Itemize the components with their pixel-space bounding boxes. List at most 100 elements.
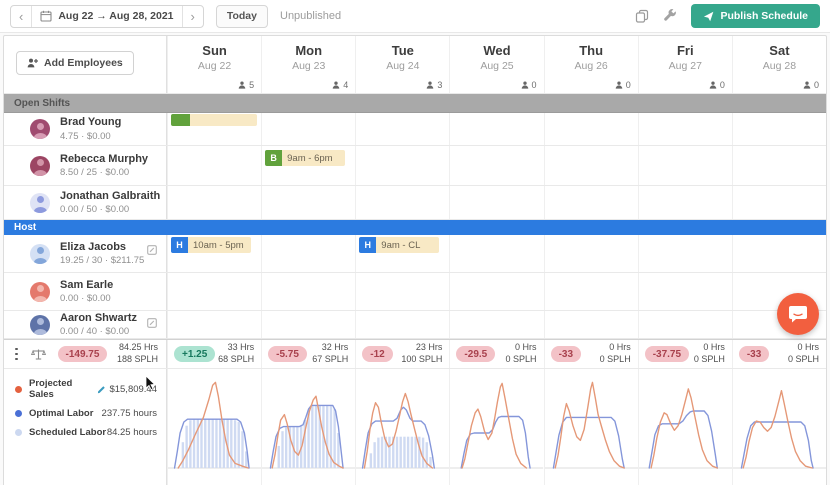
schedule-cell[interactable]: [637, 273, 732, 310]
day-date: Aug 24: [386, 60, 420, 72]
shift-chip[interactable]: [171, 114, 258, 126]
schedule-cell[interactable]: [731, 113, 826, 145]
schedule-cell[interactable]: [449, 113, 543, 145]
schedule-cell[interactable]: [637, 113, 732, 145]
schedule-cell[interactable]: [261, 235, 355, 272]
employee-name: Rebecca Murphy: [60, 152, 149, 165]
optimal-labor-dot: [15, 410, 22, 417]
schedule-cell[interactable]: [449, 311, 543, 338]
host-section-header[interactable]: Host: [4, 220, 826, 235]
labor-chart-fri: [637, 369, 732, 485]
day-name: Fri: [676, 43, 694, 58]
schedule-cell[interactable]: [167, 113, 261, 145]
employee-row[interactable]: Sam Earle 0.00 · $0.00: [4, 273, 826, 311]
schedule-cell[interactable]: [637, 146, 732, 185]
day-header-wed[interactable]: Wed Aug 25 0: [449, 36, 543, 93]
copy-schedule-button[interactable]: [635, 9, 649, 23]
schedule-cell[interactable]: [637, 235, 732, 272]
employee-hours: 19.25 / 30 · $211.75: [60, 255, 145, 267]
schedule-cell[interactable]: [449, 273, 543, 310]
schedule-cell[interactable]: [167, 186, 261, 219]
shift-chip[interactable]: H 10am - 5pm: [171, 237, 251, 253]
today-button[interactable]: Today: [215, 4, 268, 28]
person-icon: [521, 81, 528, 89]
day-header-mon[interactable]: Mon Aug 23 4: [261, 36, 355, 93]
schedule-cell[interactable]: [543, 235, 638, 272]
labor-balance-icon[interactable]: [30, 348, 46, 361]
projected-sales-value[interactable]: $15,809.44: [97, 384, 157, 395]
schedule-cell[interactable]: [449, 235, 543, 272]
chat-bubble-button[interactable]: [777, 293, 819, 335]
chevron-left-icon: ‹: [19, 8, 24, 24]
shift-role-badge: H: [359, 237, 377, 253]
schedule-cell[interactable]: H 10am - 5pm: [167, 235, 261, 272]
day-variance-badge: -33: [738, 346, 770, 362]
publish-schedule-button[interactable]: Publish Schedule: [691, 4, 820, 28]
toolbar: ‹ Aug 22 → Aug 28, 2021 › Today Unpublis…: [0, 0, 830, 33]
schedule-cell[interactable]: [731, 235, 826, 272]
schedule-cell[interactable]: [355, 186, 449, 219]
schedule-cell[interactable]: [543, 113, 638, 145]
schedule-cell[interactable]: [637, 311, 732, 338]
schedule-cell[interactable]: [449, 146, 543, 185]
employee-row[interactable]: Eliza Jacobs 19.25 / 30 · $211.75 H 10am…: [4, 235, 826, 273]
schedule-cell[interactable]: [261, 273, 355, 310]
day-header-fri[interactable]: Fri Aug 27 0: [637, 36, 732, 93]
employee-row[interactable]: Brad Young 4.75 · $0.00: [4, 113, 826, 146]
day-name: Sun: [202, 43, 227, 58]
add-employees-button[interactable]: Add Employees: [16, 51, 134, 75]
schedule-cell[interactable]: [167, 311, 261, 338]
day-hours: 0 Hrs: [797, 342, 819, 353]
schedule-cell[interactable]: [543, 273, 638, 310]
day-header-sun[interactable]: Sun Aug 22 5: [167, 36, 261, 93]
schedule-cell[interactable]: [261, 186, 355, 219]
note-icon[interactable]: [147, 315, 157, 333]
schedule-cell[interactable]: [167, 273, 261, 310]
calendar-icon: [40, 10, 52, 22]
person-icon: [332, 81, 340, 89]
scheduled-count: 4: [343, 80, 349, 90]
shift-chip[interactable]: B 9am - 6pm: [265, 150, 346, 166]
next-week-button[interactable]: ›: [181, 5, 203, 27]
schedule-cell[interactable]: [731, 186, 826, 219]
prev-week-button[interactable]: ‹: [11, 6, 31, 27]
day-header-sat[interactable]: Sat Aug 28 0: [731, 36, 826, 93]
schedule-cell[interactable]: [637, 186, 732, 219]
labor-chart-tue: [355, 369, 450, 485]
employee-name: Aaron Shwartz: [60, 311, 138, 324]
schedule-cell[interactable]: [449, 186, 543, 219]
employee-row[interactable]: Jonathan Galbraith 0.00 / 50 · $0.00: [4, 186, 826, 220]
schedule-cell[interactable]: [543, 311, 638, 338]
stats-menu-button[interactable]: [15, 347, 18, 361]
open-shifts-label: Open Shifts: [14, 97, 71, 109]
schedule-cell[interactable]: B 9am - 6pm: [261, 146, 355, 185]
day-header-tue[interactable]: Tue Aug 24 3: [355, 36, 449, 93]
schedule-cell[interactable]: [355, 311, 449, 338]
employee-hours: 8.50 / 25 · $0.00: [60, 167, 130, 179]
labor-chart-sun: [167, 369, 262, 485]
employee-name: Sam Earle: [60, 278, 114, 291]
day-name: Wed: [483, 43, 511, 58]
send-icon: [704, 11, 714, 21]
employee-row[interactable]: Aaron Shwartz 0.00 / 40 · $0.00: [4, 311, 826, 339]
schedule-cell[interactable]: [731, 146, 826, 185]
tools-button[interactable]: [663, 9, 677, 23]
schedule-cell[interactable]: [355, 273, 449, 310]
shift-chip[interactable]: H 9am - CL: [359, 237, 440, 253]
copy-icon: [636, 9, 649, 23]
schedule-cell[interactable]: [167, 146, 261, 185]
note-icon[interactable]: [147, 242, 157, 260]
schedule-cell[interactable]: [355, 146, 449, 185]
schedule-cell[interactable]: H 9am - CL: [355, 235, 449, 272]
day-date: Aug 27: [668, 60, 702, 72]
date-navigator: ‹ Aug 22 → Aug 28, 2021 ›: [10, 4, 204, 28]
open-shifts-section-header[interactable]: Open Shifts: [4, 94, 826, 113]
schedule-cell[interactable]: [261, 113, 355, 145]
employee-row[interactable]: Rebecca Murphy 8.50 / 25 · $0.00 B 9am -…: [4, 146, 826, 186]
day-header-thu[interactable]: Thu Aug 26 0: [543, 36, 638, 93]
schedule-cell[interactable]: [543, 146, 638, 185]
schedule-cell[interactable]: [543, 186, 638, 219]
date-range-picker[interactable]: Aug 22 → Aug 28, 2021: [31, 5, 181, 27]
schedule-cell[interactable]: [355, 113, 449, 145]
schedule-cell[interactable]: [261, 311, 355, 338]
